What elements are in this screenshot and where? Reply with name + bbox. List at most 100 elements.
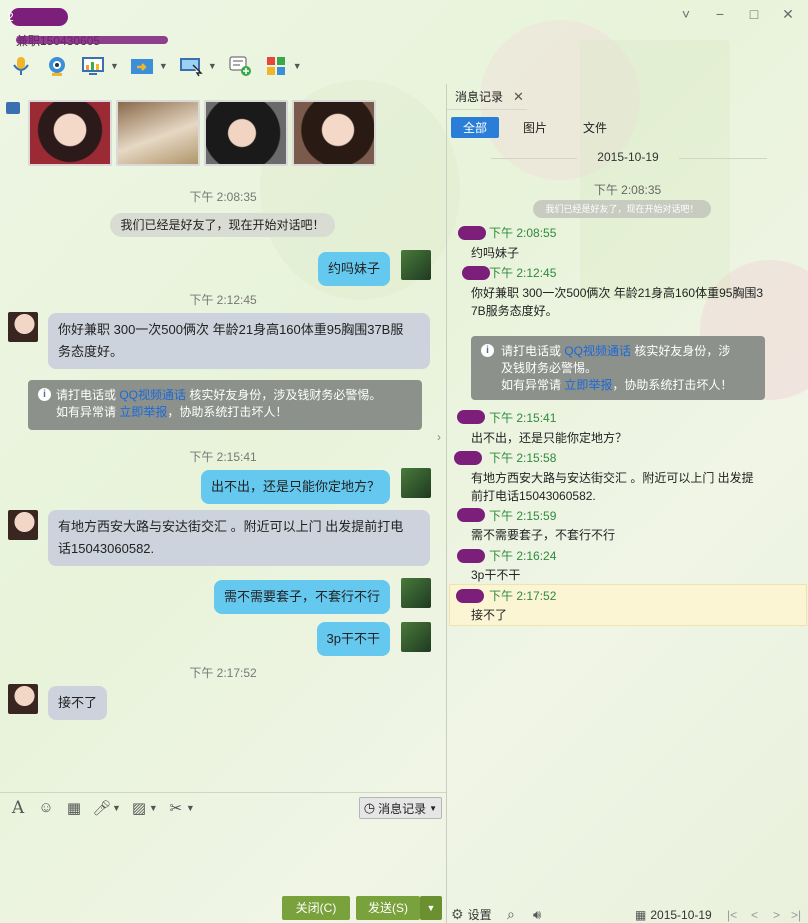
settings-label: 设置 (467, 908, 492, 922)
close-icon[interactable]: ✕ (513, 89, 524, 105)
info-icon: i (38, 388, 51, 401)
tab-message-history[interactable]: 消息记录 ✕ (447, 84, 527, 110)
message-timestamp: 下午 2:17:52 (189, 666, 257, 680)
profile-photo[interactable] (204, 100, 288, 166)
sender-name-redacted (462, 266, 490, 280)
close-button[interactable]: 关闭(C) (282, 896, 350, 920)
send-file-button[interactable] (129, 54, 155, 78)
send-button[interactable]: 发送(S) (356, 896, 420, 920)
camera-icon[interactable] (6, 102, 20, 114)
history-security-notice: i 请打电话或 QQ视频通话 核实好友身份，涉 及钱财务必警惕。 如有异常请 立… (471, 336, 765, 400)
notice-text: 请打电话或 (501, 344, 565, 358)
chevron-down-icon[interactable]: ▼ (159, 61, 168, 71)
settings-button[interactable]: ⚙ 设置 (451, 906, 492, 923)
history-entry-text: 有地方西安大路与安达街交汇 。附近可以上门 出发提 前打电话1504306058… (471, 469, 754, 505)
filter-tab-images[interactable]: 图片 (511, 117, 559, 138)
incoming-message[interactable]: 你好兼职 300一次500俩次 年龄21身高160体重95胸围37B服 务态度好… (48, 313, 430, 369)
message-input[interactable] (0, 823, 446, 893)
minimize-button[interactable]: − (710, 6, 730, 22)
first-page-button[interactable]: |< (727, 908, 737, 922)
message-history-button[interactable]: ◷ 消息记录 ▼ (358, 797, 442, 819)
remote-desktop-button[interactable] (80, 54, 106, 78)
message-line: 有地方西安大路与安达街交汇 。附近可以上门 出发提前打电 (58, 519, 404, 534)
history-entry-text: 接不了 (471, 608, 508, 622)
chat-messages[interactable]: 下午 2:08:35 我们已经是好友了，现在开始对话吧！ 约吗妹子 下午 2:1… (0, 180, 446, 790)
collapse-panel-icon[interactable]: › (437, 430, 441, 444)
font-button[interactable]: A (8, 798, 28, 818)
message-add-icon (229, 56, 251, 76)
main-toolbar: ▼ ▼ ▼ ▼ (8, 52, 302, 80)
my-avatar[interactable] (401, 578, 431, 608)
video-call-link[interactable]: QQ视频通话 (119, 388, 186, 402)
my-avatar[interactable] (401, 250, 431, 280)
history-date-picker[interactable]: ▦ 2015-10-19 (635, 908, 712, 922)
notice-text: 如有异常请 (501, 378, 565, 392)
voice-message-icon[interactable]: 🎤︎ (92, 799, 112, 817)
filter-tab-all[interactable]: 全部 (451, 117, 500, 138)
notice-text: 请打电话或 (56, 388, 120, 402)
video-call-link[interactable]: QQ视频通话 (564, 344, 631, 358)
contact-avatar[interactable] (8, 510, 38, 540)
next-page-button[interactable]: > (773, 908, 780, 922)
previous-page-button[interactable]: < (751, 908, 758, 922)
dropdown-window-button[interactable]: ˅ (676, 6, 696, 22)
history-entry-time: 下午 2:15:58 (489, 451, 557, 465)
close-window-button[interactable]: ✕ (778, 6, 798, 22)
gif-icon[interactable]: ▦ (64, 799, 84, 817)
profile-photo[interactable] (292, 100, 376, 166)
history-entry-text: 3p干不干 (471, 568, 521, 582)
notice-text: ，协助系统打击坏人！ (612, 378, 733, 392)
divider (491, 158, 577, 159)
maximize-button[interactable]: □ (744, 6, 764, 22)
chevron-down-icon[interactable]: ▼ (149, 803, 158, 813)
apps-button[interactable] (263, 54, 289, 78)
history-entry-text: 你好兼职 300一次500俩次 年龄21身高160体重95胸围3 7B服务态度好… (471, 284, 763, 320)
action-buttons: 关闭(C) 发送(S) ▼ (0, 896, 446, 923)
microphone-icon (13, 57, 29, 75)
incoming-message[interactable]: 接不了 (48, 686, 108, 720)
calendar-icon: ▦ (635, 907, 647, 922)
message-timestamp: 下午 2:08:35 (189, 190, 257, 204)
chevron-down-icon[interactable]: ▼ (208, 61, 217, 71)
new-message-button[interactable] (227, 54, 253, 78)
chevron-down-icon[interactable]: ▼ (293, 61, 302, 71)
chevron-down-icon[interactable]: ▼ (112, 803, 121, 813)
contact-avatar[interactable] (8, 312, 38, 342)
my-avatar[interactable] (401, 622, 431, 652)
chevron-down-icon[interactable]: ▼ (186, 803, 195, 813)
outgoing-message[interactable]: 3p干不干 (316, 622, 390, 656)
share-screen-button[interactable] (178, 54, 204, 78)
history-entry-time: 下午 2:15:59 (489, 509, 557, 523)
incoming-message[interactable]: 有地方西安大路与安达街交汇 。附近可以上门 出发提前打电 话1504306058… (48, 510, 430, 566)
filter-tab-files[interactable]: 文件 (571, 117, 619, 138)
history-entry-time: 下午 2:08:55 (489, 226, 557, 240)
contact-name[interactable]: 2 (7, 8, 68, 26)
my-avatar[interactable] (401, 468, 431, 498)
window-controls: ˅ − □ ✕ (676, 6, 798, 22)
history-entry-line: 7B服务态度好。 (471, 304, 558, 318)
send-options-button[interactable]: ▼ (420, 896, 442, 920)
profile-photo[interactable] (116, 100, 200, 166)
profile-photo[interactable] (28, 100, 112, 166)
message-line: 接不了 (58, 695, 98, 710)
voice-call-button[interactable] (8, 54, 34, 78)
report-link[interactable]: 立即举报 (564, 378, 612, 392)
contact-avatar[interactable] (8, 684, 38, 714)
speaker-icon[interactable]: 🔊︎ (533, 907, 541, 923)
notice-text: ，协助系统打击坏人！ (167, 405, 288, 419)
chevron-down-icon[interactable]: ▼ (110, 61, 119, 71)
emoji-icon[interactable]: ☺ (36, 799, 56, 816)
outgoing-message[interactable]: 出不出，还是只能你定地方？ (200, 470, 390, 504)
outgoing-message[interactable]: 约吗妹子 (317, 252, 390, 286)
notice-text: 核实好友身份，涉及钱财务必警惕。 (186, 388, 382, 402)
scissors-icon[interactable]: ✂ (166, 799, 186, 817)
video-call-button[interactable] (44, 54, 70, 78)
history-entry-line: 前打电话15043060582. (471, 489, 596, 503)
outgoing-message[interactable]: 需不需要套子，不套行不行 (213, 580, 390, 614)
search-icon[interactable]: ⌕ (507, 906, 515, 923)
notice-text: 如有异常请 (56, 405, 120, 419)
image-icon[interactable]: ▨ (129, 799, 149, 817)
report-link[interactable]: 立即举报 (119, 405, 167, 419)
last-page-button[interactable]: >| (791, 908, 801, 922)
history-date-value: 2015-10-19 (650, 907, 712, 922)
